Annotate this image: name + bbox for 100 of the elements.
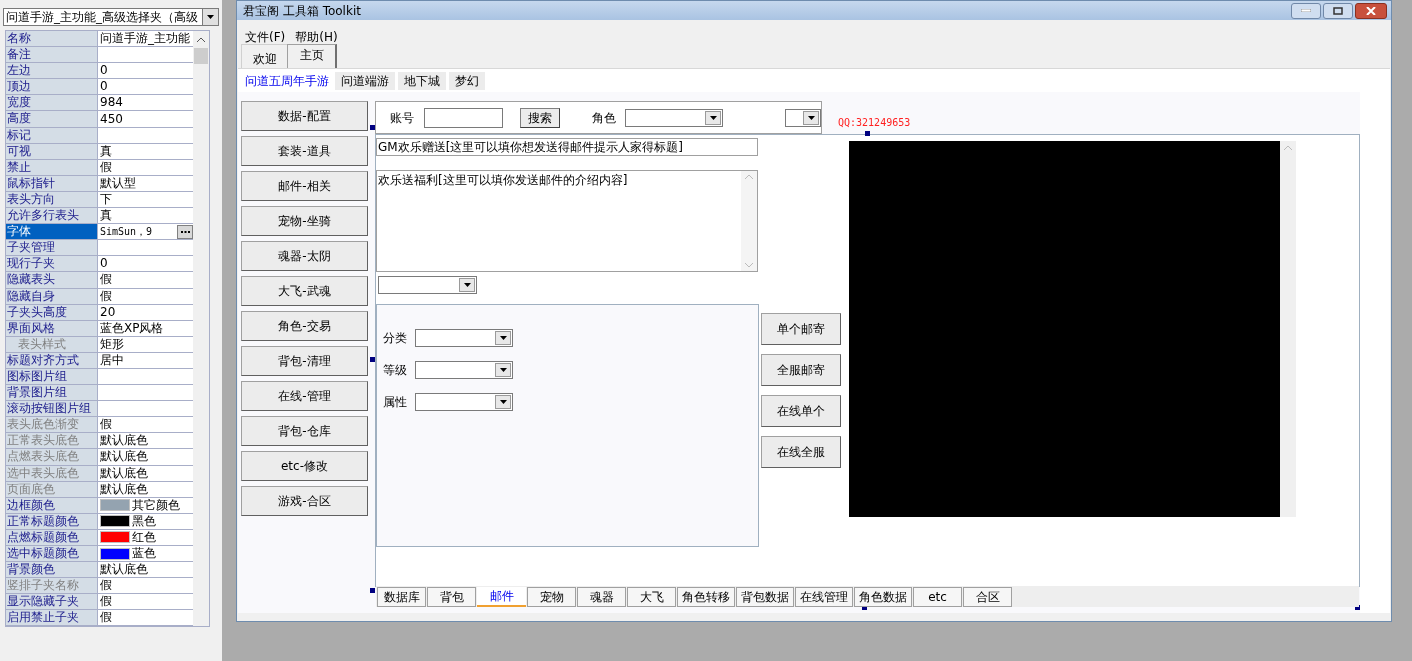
property-name[interactable]: 高度 bbox=[6, 111, 98, 127]
property-value: 假 bbox=[100, 594, 112, 610]
tab[interactable]: 在线管理 bbox=[795, 587, 853, 607]
maximize-button[interactable] bbox=[1323, 2, 1353, 19]
property-name[interactable]: 现行子夹 bbox=[6, 256, 98, 272]
side-button[interactable]: 数据-配置 bbox=[241, 101, 368, 131]
tab[interactable]: 问道端游 bbox=[335, 72, 395, 90]
menu-item[interactable]: 文件(F) bbox=[245, 28, 286, 44]
property-name[interactable]: 显示隐藏子夹 bbox=[6, 594, 98, 610]
mail-body-field[interactable]: 欢乐送福利[这里可以填你发送邮件的介绍内容] bbox=[376, 170, 758, 272]
ellipsis-button[interactable] bbox=[177, 224, 193, 239]
scroll-thumb[interactable] bbox=[194, 48, 208, 64]
property-value: 蓝色XP风格 bbox=[100, 320, 164, 336]
property-name[interactable]: 备注 bbox=[6, 47, 98, 63]
role-dropdown[interactable] bbox=[625, 108, 723, 127]
property-value: 红色 bbox=[132, 529, 156, 545]
tab[interactable]: etc bbox=[913, 587, 962, 607]
chevron-up-icon bbox=[1284, 145, 1292, 150]
close-icon bbox=[1366, 6, 1376, 15]
caret-icon bbox=[709, 115, 717, 120]
property-name[interactable]: 允许多行表头 bbox=[6, 208, 98, 224]
send-button[interactable]: 在线全服 bbox=[761, 436, 841, 468]
tab[interactable]: 主页 bbox=[287, 44, 337, 68]
tab[interactable]: 地下城 bbox=[398, 72, 446, 90]
tab[interactable]: 魂器 bbox=[577, 587, 626, 607]
property-name[interactable]: 字体 bbox=[6, 224, 98, 240]
property-value: 假 bbox=[100, 159, 112, 175]
selection-handle[interactable] bbox=[865, 131, 870, 136]
side-button[interactable]: 背包-仓库 bbox=[241, 416, 368, 446]
filter-label: 属性 bbox=[383, 394, 407, 411]
tab[interactable]: 角色数据 bbox=[854, 587, 912, 607]
filter-dropdown[interactable] bbox=[415, 361, 513, 379]
tab[interactable]: 背包 bbox=[427, 587, 476, 607]
property-name[interactable]: 名称 bbox=[6, 31, 98, 47]
role-label: 角色 bbox=[592, 109, 617, 127]
server-dropdown[interactable] bbox=[785, 108, 821, 127]
selection-handle[interactable] bbox=[370, 356, 375, 362]
tab[interactable]: 大飞 bbox=[627, 587, 676, 607]
property-value: 450 bbox=[100, 111, 123, 127]
tab[interactable]: 问道五周年手游 bbox=[242, 72, 332, 90]
property-value: 假 bbox=[100, 610, 112, 626]
send-button[interactable]: 全服邮寄 bbox=[761, 354, 841, 386]
tab[interactable]: 合区 bbox=[963, 587, 1012, 607]
minimize-button[interactable] bbox=[1291, 2, 1321, 19]
property-name[interactable]: 背景颜色 bbox=[6, 562, 98, 578]
scrollbar[interactable] bbox=[1280, 141, 1296, 517]
side-button[interactable]: 套装-道具 bbox=[241, 136, 368, 166]
search-button[interactable]: 搜索 bbox=[520, 107, 560, 128]
tab[interactable]: 邮件 bbox=[477, 587, 526, 607]
mail-type-dropdown[interactable] bbox=[378, 276, 477, 294]
side-button[interactable]: etc-修改 bbox=[241, 451, 368, 481]
selection-handle[interactable] bbox=[370, 125, 375, 130]
caret-icon bbox=[499, 368, 507, 372]
caret-icon bbox=[499, 400, 507, 404]
selection-handle[interactable] bbox=[1355, 605, 1360, 610]
account-field[interactable] bbox=[424, 107, 503, 128]
property-name[interactable]: 选中标题颜色 bbox=[6, 546, 98, 562]
property-value: 默认型 bbox=[100, 175, 136, 191]
filter-label: 等级 bbox=[383, 362, 407, 379]
side-button[interactable]: 游戏-合区 bbox=[241, 486, 368, 516]
mail-title-field[interactable]: GM欢乐赠送[这里可以填你想发送得邮件提示人家得标题] bbox=[376, 138, 758, 156]
tab[interactable]: 角色转移 bbox=[677, 587, 735, 607]
property-value: 黑色 bbox=[132, 513, 156, 529]
filter-dropdown[interactable] bbox=[415, 393, 513, 411]
side-button[interactable]: 宠物-坐骑 bbox=[241, 206, 368, 236]
menu-item[interactable]: 帮助(H) bbox=[295, 28, 338, 44]
close-button[interactable] bbox=[1355, 2, 1387, 19]
send-button[interactable]: 单个邮寄 bbox=[761, 313, 841, 345]
property-name[interactable]: 子夹管理 bbox=[6, 240, 98, 256]
property-name[interactable]: 顶边 bbox=[6, 79, 98, 95]
caret-icon bbox=[207, 15, 214, 19]
object-selector[interactable]: 问道手游_主功能_高级选择夹（高级 bbox=[3, 8, 219, 26]
tab[interactable]: 数据库 bbox=[377, 587, 426, 607]
tab[interactable]: 背包数据 bbox=[736, 587, 794, 607]
property-name[interactable]: 滚动按钮图片组 bbox=[6, 401, 98, 417]
property-value: 984 bbox=[100, 95, 123, 111]
property-value: 假 bbox=[100, 417, 112, 433]
property-name[interactable]: 隐藏表头 bbox=[6, 272, 98, 288]
side-button[interactable]: 角色-交易 bbox=[241, 311, 368, 341]
side-button[interactable]: 魂器-太阴 bbox=[241, 241, 368, 271]
tab[interactable]: 梦幻 bbox=[449, 72, 485, 90]
side-button[interactable]: 邮件-相关 bbox=[241, 171, 368, 201]
property-name[interactable]: 背景图片组 bbox=[6, 385, 98, 401]
side-button[interactable]: 大飞-武魂 bbox=[241, 276, 368, 306]
property-name[interactable]: 左边 bbox=[6, 63, 98, 79]
caret-icon bbox=[463, 283, 471, 287]
property-name[interactable]: 宽度 bbox=[6, 95, 98, 111]
caret-icon bbox=[807, 115, 815, 120]
restore-icon bbox=[1333, 6, 1343, 15]
selection-handle[interactable] bbox=[861, 605, 867, 610]
side-button[interactable]: 背包-清理 bbox=[241, 346, 368, 376]
send-button[interactable]: 在线单个 bbox=[761, 395, 841, 427]
property-name[interactable]: 启用禁止子夹 bbox=[6, 610, 98, 626]
filter-dropdown[interactable] bbox=[415, 329, 513, 347]
property-value: 0 bbox=[100, 79, 108, 95]
selection-handle[interactable] bbox=[370, 588, 375, 593]
tab[interactable]: 宠物 bbox=[527, 587, 576, 607]
chevron-up-icon bbox=[745, 174, 753, 179]
side-button[interactable]: 在线-管理 bbox=[241, 381, 368, 411]
scrollbar[interactable] bbox=[193, 31, 209, 627]
